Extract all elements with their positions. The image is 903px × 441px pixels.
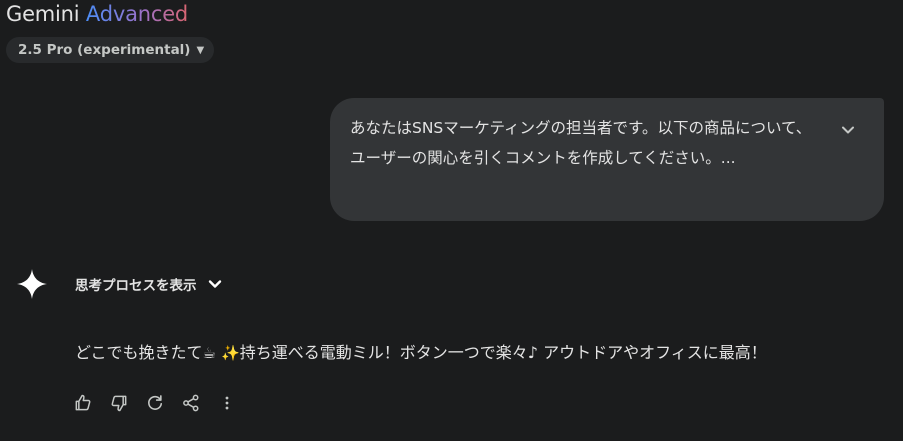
chevron-down-icon[interactable] — [838, 120, 858, 140]
thumbs-down-icon — [111, 395, 127, 412]
user-message-bubble: あなたはSNSマーケティングの担当者です。以下の商品について、ユーザーの関心を引… — [330, 98, 884, 221]
dislike-button[interactable] — [108, 392, 130, 414]
regenerate-button[interactable] — [144, 392, 166, 414]
refresh-icon — [148, 395, 163, 410]
more-vertical-icon — [225, 396, 229, 410]
show-thinking-toggle[interactable]: 思考プロセスを表示 — [75, 272, 223, 296]
thumbs-up-icon — [75, 394, 91, 411]
tier-name: Advanced — [85, 2, 189, 26]
like-button[interactable] — [72, 392, 94, 414]
model-selector[interactable]: 2.5 Pro (experimental) ▼ — [6, 37, 215, 63]
user-message-text: あなたはSNSマーケティングの担当者です。以下の商品について、ユーザーの関心を引… — [350, 119, 812, 167]
brand-name: Gemini — [6, 2, 80, 26]
app-title[interactable]: Gemini Advanced — [6, 2, 188, 26]
more-options-button[interactable] — [216, 392, 238, 414]
response-text-start: どこでも挽きたて — [75, 343, 203, 362]
caret-down-icon: ▼ — [196, 44, 205, 56]
sparkles-emoji: ✨ — [221, 344, 240, 362]
response-text: どこでも挽きたて☕ ✨持ち運べる電動ミル！ボタン一つで楽々♪ アウトドアやオフィ… — [75, 339, 767, 363]
coffee-emoji: ☕ — [202, 344, 216, 362]
response-actions — [72, 392, 238, 414]
show-thinking-label: 思考プロセスを表示 — [75, 278, 197, 294]
gemini-spark-icon — [17, 269, 47, 299]
response-text-end: 持ち運べる電動ミル！ボタン一つで楽々♪ アウトドアやオフィスに最高！ — [239, 343, 767, 362]
model-selector-label: 2.5 Pro (experimental) — [18, 42, 191, 58]
chevron-down-icon — [208, 280, 221, 288]
chat-page: Gemini Advanced 2.5 Pro (experimental) ▼… — [0, 0, 903, 441]
share-icon — [183, 394, 199, 412]
share-button[interactable] — [180, 392, 202, 414]
